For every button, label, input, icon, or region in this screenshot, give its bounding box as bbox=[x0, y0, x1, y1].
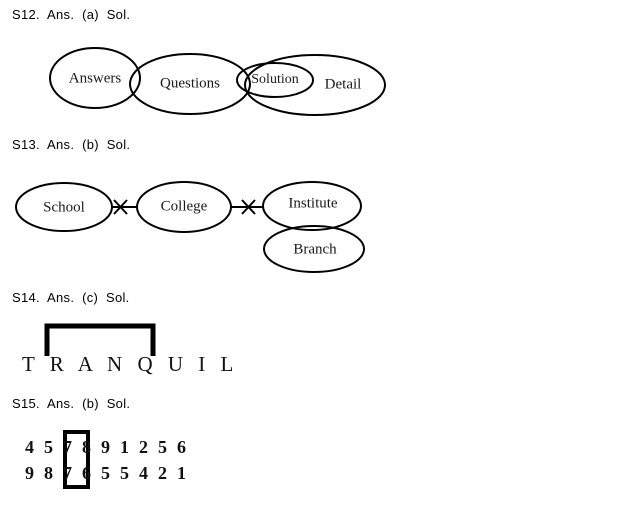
number-grid-s15: 457891256 987655421 bbox=[20, 430, 240, 492]
digit-cell: 8 bbox=[44, 463, 53, 483]
ellipse-label-detail: Detail bbox=[325, 76, 362, 92]
digit-cell: 5 bbox=[120, 463, 129, 483]
digit-cell: 5 bbox=[158, 437, 167, 457]
digit-cell: 5 bbox=[101, 463, 110, 483]
digit-cell: 2 bbox=[158, 463, 167, 483]
solution-label-s14: S14. Ans. (c) Sol. bbox=[12, 290, 130, 305]
ellipse-label-college: College bbox=[161, 198, 208, 214]
digit-cell: 4 bbox=[139, 463, 148, 483]
digit-cell: 6 bbox=[82, 463, 91, 483]
digit-cell: 8 bbox=[82, 437, 91, 457]
digit-cell: 1 bbox=[120, 437, 129, 457]
ellipse-label-institute: Institute bbox=[288, 195, 338, 211]
ellipse-label-solution: Solution bbox=[251, 72, 298, 87]
solution-label-s13: S13. Ans. (b) Sol. bbox=[12, 137, 131, 152]
digit-cell: 2 bbox=[139, 437, 148, 457]
digit-cell: 5 bbox=[44, 437, 53, 457]
word-tranquil: T R A N Q U I L bbox=[22, 352, 239, 376]
ellipse-label-branch: Branch bbox=[293, 241, 337, 257]
digit-cell: 9 bbox=[101, 437, 110, 457]
connector-college-institute bbox=[231, 199, 264, 215]
digit-cell: 7 bbox=[63, 437, 72, 457]
ellipse-label-school: School bbox=[43, 199, 85, 215]
diagram-s12: Answers Questions Solution Detail bbox=[40, 40, 390, 125]
digit-cell: 7 bbox=[63, 463, 72, 483]
ellipse-label-answers: Answers bbox=[69, 70, 122, 86]
digit-cell: 6 bbox=[177, 437, 186, 457]
diagram-s13: School College Institute Branch bbox=[14, 176, 374, 281]
worksheet-page: S12. Ans. (a) Sol. Answers Questions Sol… bbox=[0, 0, 631, 511]
digit-cell: 4 bbox=[25, 437, 34, 457]
ellipse-label-questions: Questions bbox=[160, 75, 220, 91]
digit-cell: 1 bbox=[177, 463, 186, 483]
solution-label-s15: S15. Ans. (b) Sol. bbox=[12, 396, 131, 411]
digit-cell: 9 bbox=[25, 463, 34, 483]
connector-school-college bbox=[112, 199, 138, 215]
solution-label-s12: S12. Ans. (a) Sol. bbox=[12, 7, 131, 22]
